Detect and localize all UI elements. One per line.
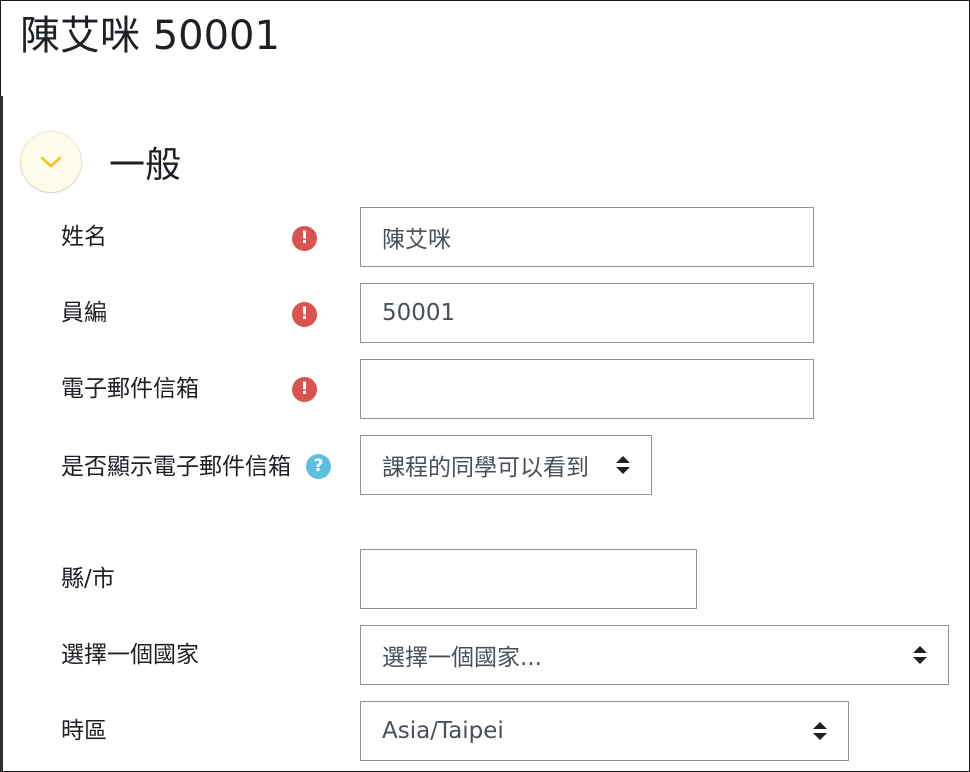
section-header-general: 一般 bbox=[21, 131, 181, 193]
required-icon: ! bbox=[292, 226, 317, 251]
section-title: 一般 bbox=[109, 145, 182, 186]
form-row-email-display: 是否顯示電子郵件信箱 ? 課程的同學可以看到 bbox=[0, 435, 970, 525]
select-caret-icon bbox=[913, 645, 927, 665]
form-row-employee-id: 員編 ! bbox=[0, 283, 970, 345]
email-input[interactable] bbox=[360, 359, 814, 419]
required-icon: ! bbox=[292, 302, 317, 327]
timezone-selected: Asia/Taipei bbox=[382, 718, 504, 744]
help-icon[interactable]: ? bbox=[306, 454, 331, 479]
email-display-selected: 課程的同學可以看到 bbox=[382, 455, 589, 481]
form-row-timezone: 時區 Asia/Taipei bbox=[0, 701, 970, 763]
select-caret-icon bbox=[616, 455, 630, 475]
country-selected: 選擇一個國家... bbox=[382, 645, 542, 671]
name-input[interactable] bbox=[360, 207, 814, 267]
page-title: 陳艾咪 50001 bbox=[20, 13, 280, 59]
chevron-down-icon bbox=[40, 156, 62, 168]
timezone-label: 時區 bbox=[61, 718, 107, 744]
employee-id-label: 員編 bbox=[61, 300, 107, 326]
form-row-country: 選擇一個國家 選擇一個國家... bbox=[0, 625, 970, 687]
email-display-label: 是否顯示電子郵件信箱 bbox=[61, 454, 291, 480]
form-row-city: 縣/市 bbox=[0, 549, 970, 611]
select-caret-icon bbox=[813, 721, 827, 741]
name-label: 姓名 bbox=[61, 224, 107, 250]
collapse-section-button[interactable] bbox=[21, 132, 81, 192]
city-input[interactable] bbox=[360, 549, 697, 609]
country-label: 選擇一個國家 bbox=[61, 642, 199, 668]
employee-id-input[interactable] bbox=[360, 283, 814, 343]
email-label: 電子郵件信箱 bbox=[61, 376, 199, 402]
city-label: 縣/市 bbox=[61, 566, 115, 592]
form-row-name: 姓名 ! bbox=[0, 207, 970, 269]
email-display-select[interactable]: 課程的同學可以看到 bbox=[360, 435, 652, 495]
country-select[interactable]: 選擇一個國家... bbox=[360, 625, 949, 685]
required-icon: ! bbox=[292, 377, 317, 402]
timezone-select[interactable]: Asia/Taipei bbox=[360, 701, 849, 761]
form-row-email: 電子郵件信箱 ! bbox=[0, 359, 970, 421]
